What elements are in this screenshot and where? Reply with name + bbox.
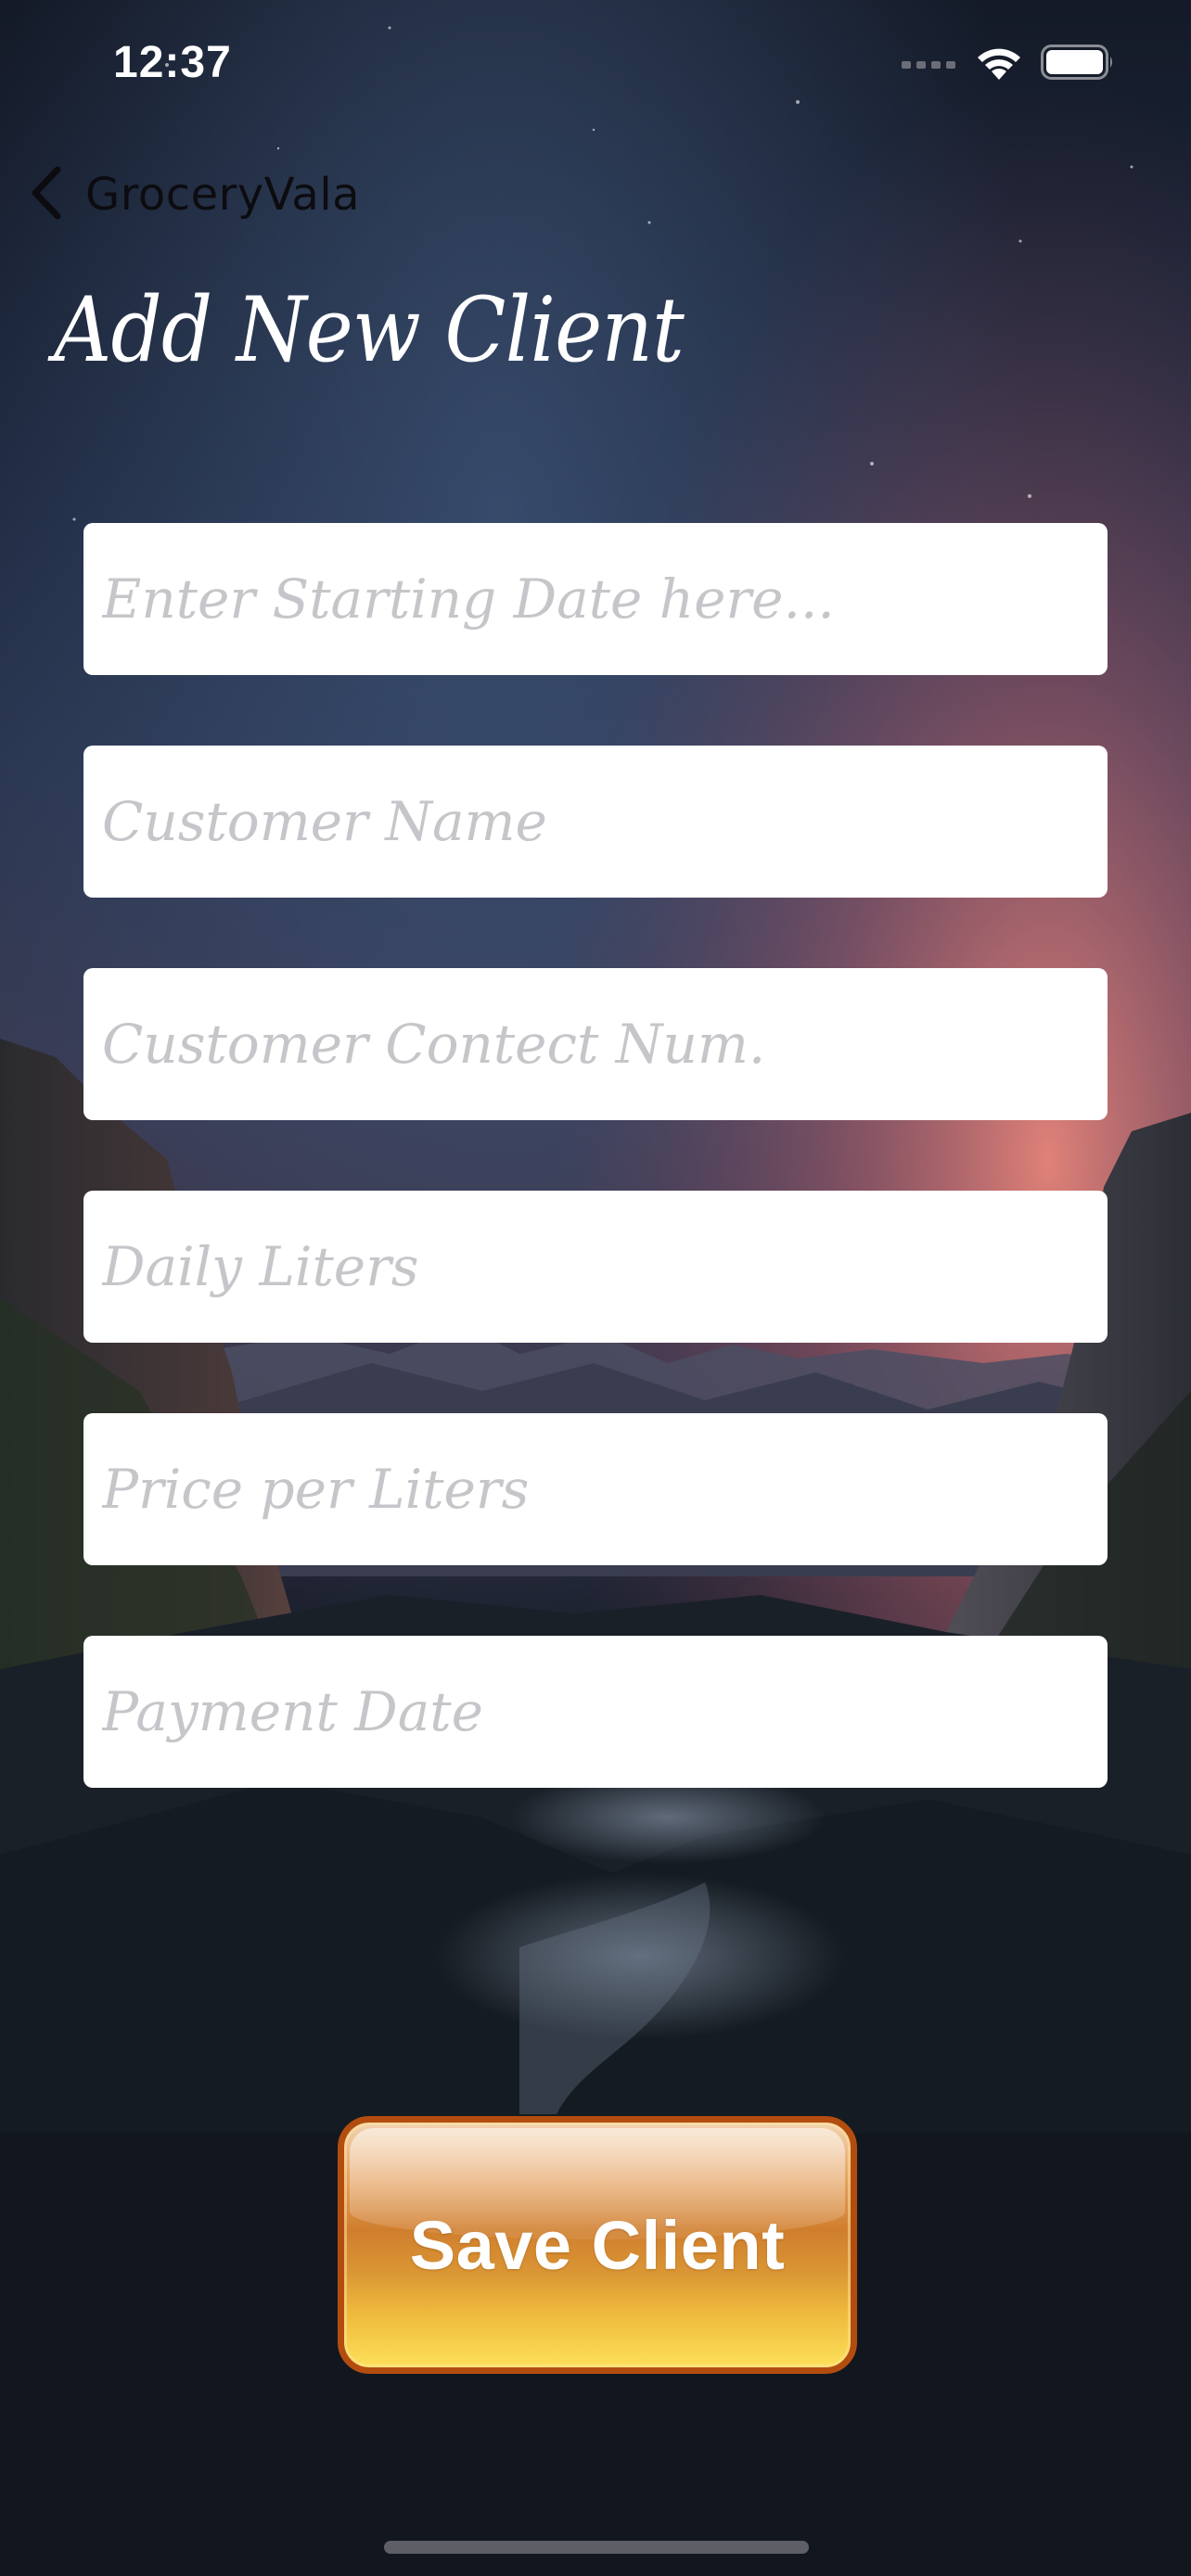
cellular-signal-icon bbox=[902, 56, 957, 73]
payment-date-field[interactable] bbox=[83, 1636, 1108, 1788]
starting-date-field[interactable] bbox=[83, 523, 1108, 675]
customer-name-input[interactable] bbox=[102, 746, 1108, 898]
home-indicator[interactable] bbox=[384, 2541, 809, 2554]
status-icons bbox=[902, 45, 1115, 83]
price-per-liters-field[interactable] bbox=[83, 1413, 1108, 1565]
payment-date-input[interactable] bbox=[102, 1636, 1108, 1788]
status-time: 12:37 bbox=[113, 38, 232, 87]
save-client-label: Save Client bbox=[409, 2206, 786, 2284]
wifi-icon bbox=[976, 45, 1022, 83]
page-title: Add New Client bbox=[54, 278, 685, 382]
back-label: GroceryVala bbox=[85, 169, 361, 221]
battery-icon bbox=[1041, 45, 1115, 83]
customer-contact-field[interactable] bbox=[83, 968, 1108, 1120]
customer-contact-input[interactable] bbox=[102, 968, 1108, 1120]
back-button[interactable]: GroceryVala bbox=[28, 162, 360, 227]
daily-liters-input[interactable] bbox=[102, 1191, 1108, 1343]
customer-name-field[interactable] bbox=[83, 746, 1108, 898]
price-per-liters-input[interactable] bbox=[102, 1413, 1108, 1565]
save-client-button[interactable]: Save Client bbox=[338, 2116, 857, 2374]
chevron-left-icon bbox=[28, 166, 65, 223]
starting-date-input[interactable] bbox=[102, 523, 1108, 675]
daily-liters-field[interactable] bbox=[83, 1191, 1108, 1343]
